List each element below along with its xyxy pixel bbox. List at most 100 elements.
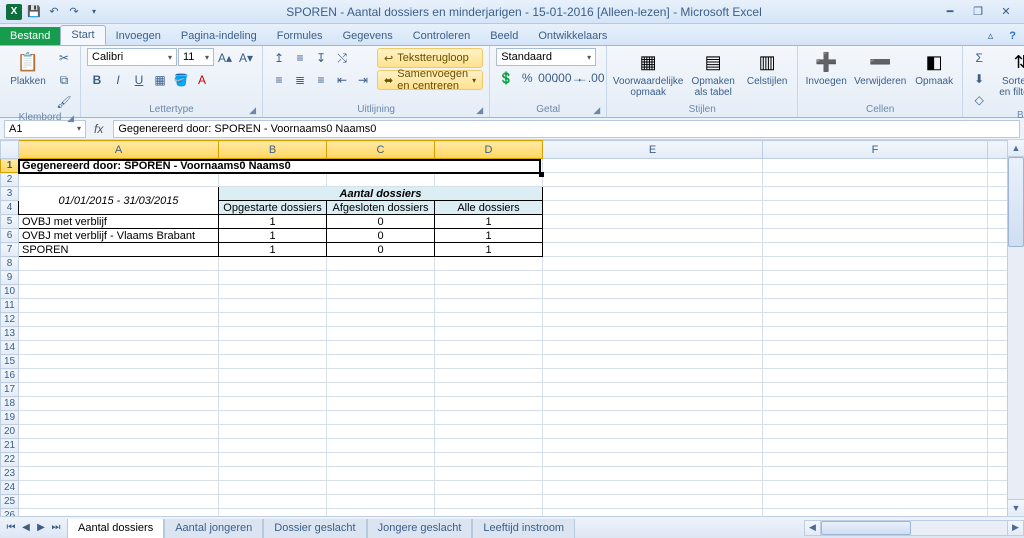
border-icon[interactable]: ▦ [150,70,170,90]
hscroll-thumb[interactable] [821,521,911,535]
help-icon[interactable]: ? [1001,27,1024,45]
format-cells-button[interactable]: ◧Opmaak [912,48,956,89]
number-format-combo[interactable]: Standaard▾ [496,48,596,66]
cell-value[interactable]: 1 [435,243,543,257]
row-header[interactable]: 16 [1,369,19,383]
cell-row-label[interactable]: SPOREN [19,243,219,257]
row-header[interactable]: 2 [1,173,19,187]
tab-beeld[interactable]: Beeld [480,27,528,45]
row-header[interactable]: 21 [1,439,19,453]
row-header[interactable]: 17 [1,383,19,397]
fx-icon[interactable]: fx [90,122,107,136]
cut-icon[interactable]: ✂ [54,48,74,68]
minimize-ribbon-icon[interactable]: ▵ [980,26,1002,45]
row-header[interactable]: 10 [1,285,19,299]
row-header[interactable]: 23 [1,467,19,481]
paste-button[interactable]: 📋 Plakken [6,48,50,89]
cell-value[interactable]: 1 [435,229,543,243]
cell-value[interactable]: 1 [219,215,327,229]
tab-controleren[interactable]: Controleren [403,27,480,45]
scroll-down-icon[interactable]: ▼ [1008,499,1024,516]
row-header[interactable]: 15 [1,355,19,369]
cell-row-label[interactable]: OVBJ met verblijf - Vlaams Brabant [19,229,219,243]
dialog-launcher-icon[interactable]: ◢ [476,105,483,116]
bold-icon[interactable]: B [87,70,107,90]
sheet-tab-active[interactable]: Aantal dossiers [67,519,164,538]
align-right-icon[interactable]: ≡ [311,70,331,90]
percent-icon[interactable]: % [517,68,537,88]
file-tab[interactable]: Bestand [0,27,60,45]
cell-value[interactable]: 0 [327,215,435,229]
scroll-right-icon[interactable]: ▶ [1007,521,1023,535]
col-header-blank[interactable] [988,141,1008,159]
fill-color-icon[interactable]: 🪣 [171,70,191,90]
delete-cells-button[interactable]: ➖Verwijderen [852,48,908,89]
col-header-d[interactable]: D [435,141,543,159]
sort-filter-button[interactable]: ⇅Sorteren en filteren [993,48,1024,100]
row-header[interactable]: 8 [1,257,19,271]
align-middle-icon[interactable]: ≡ [290,48,310,68]
wrap-text-button[interactable]: ↩Tekstterugloop [377,48,483,68]
row-header[interactable]: 24 [1,481,19,495]
cell-value[interactable]: 1 [219,243,327,257]
cell-styles-button[interactable]: ▥Celstijlen [743,48,791,89]
minimize-icon[interactable]: ━ [940,5,960,18]
dec-decimal-icon[interactable]: ←.00 [580,68,600,88]
col-header-c[interactable]: C [327,141,435,159]
copy-icon[interactable]: ⧉ [54,70,74,90]
insert-cells-button[interactable]: ➕Invoegen [804,48,848,89]
align-left-icon[interactable]: ≡ [269,70,289,90]
dialog-launcher-icon[interactable]: ◢ [249,105,256,116]
save-icon[interactable]: 💾 [26,4,42,20]
conditional-format-button[interactable]: ▦Voorwaardelijke opmaak [613,48,683,100]
cell-header-1[interactable]: Afgesloten dossiers [327,201,435,215]
col-header-f[interactable]: F [763,141,988,159]
font-size-combo[interactable]: 11▾ [178,48,214,66]
row-header[interactable]: 18 [1,397,19,411]
restore-icon[interactable]: ❐ [968,5,988,18]
row-header[interactable]: 22 [1,453,19,467]
scroll-thumb[interactable] [1008,157,1024,247]
sheet-tab[interactable]: Aantal jongeren [164,519,263,538]
row-header[interactable]: 13 [1,327,19,341]
tab-invoegen[interactable]: Invoegen [106,27,171,45]
orientation-icon[interactable]: ⤭ [332,48,352,68]
format-painter-icon[interactable]: 🖌 [54,92,74,112]
tab-pagina-indeling[interactable]: Pagina-indeling [171,27,267,45]
merge-center-button[interactable]: ⬌Samenvoegen en centreren▾ [377,70,483,90]
scroll-up-icon[interactable]: ▲ [1008,140,1024,157]
grow-font-icon[interactable]: A▴ [215,48,235,68]
row-header[interactable]: 14 [1,341,19,355]
row-header[interactable]: 11 [1,299,19,313]
horizontal-scrollbar[interactable]: ◀ ▶ [804,517,1024,538]
row-header[interactable]: 5 [1,215,19,229]
align-center-icon[interactable]: ≣ [290,70,310,90]
cell-value[interactable]: 0 [327,229,435,243]
cell-row-label[interactable]: OVBJ met verblijf [19,215,219,229]
undo-icon[interactable]: ↶ [46,4,62,20]
column-headers[interactable]: A B C D E F [1,141,1008,159]
tab-gegevens[interactable]: Gegevens [333,27,403,45]
prev-sheet-icon[interactable]: ◀ [19,522,33,533]
qat-dropdown-icon[interactable]: ▾ [86,4,102,20]
cell-header-group[interactable]: Aantal dossiers [219,187,543,201]
sheet-tab[interactable]: Dossier geslacht [263,519,366,538]
row-header[interactable]: 20 [1,425,19,439]
italic-icon[interactable]: I [108,70,128,90]
cell-header-0[interactable]: Opgestarte dossiers [219,201,327,215]
cell-value[interactable]: 1 [219,229,327,243]
indent-inc-icon[interactable]: ⇥ [353,70,373,90]
cell-header-2[interactable]: Alle dossiers [435,201,543,215]
row-header[interactable]: 26 [1,509,19,517]
shrink-font-icon[interactable]: A▾ [236,48,256,68]
indent-dec-icon[interactable]: ⇤ [332,70,352,90]
last-sheet-icon[interactable]: ⏭ [49,522,63,533]
cell-value[interactable]: 0 [327,243,435,257]
sheet-tab[interactable]: Jongere geslacht [367,519,473,538]
first-sheet-icon[interactable]: ⏮ [4,522,18,533]
fill-handle[interactable] [539,172,544,177]
row-header[interactable]: 4 [1,201,19,215]
tab-ontwikkelaars[interactable]: Ontwikkelaars [528,27,617,45]
cell-date-range[interactable]: 01/01/2015 - 31/03/2015 [19,187,219,215]
tab-formules[interactable]: Formules [267,27,333,45]
